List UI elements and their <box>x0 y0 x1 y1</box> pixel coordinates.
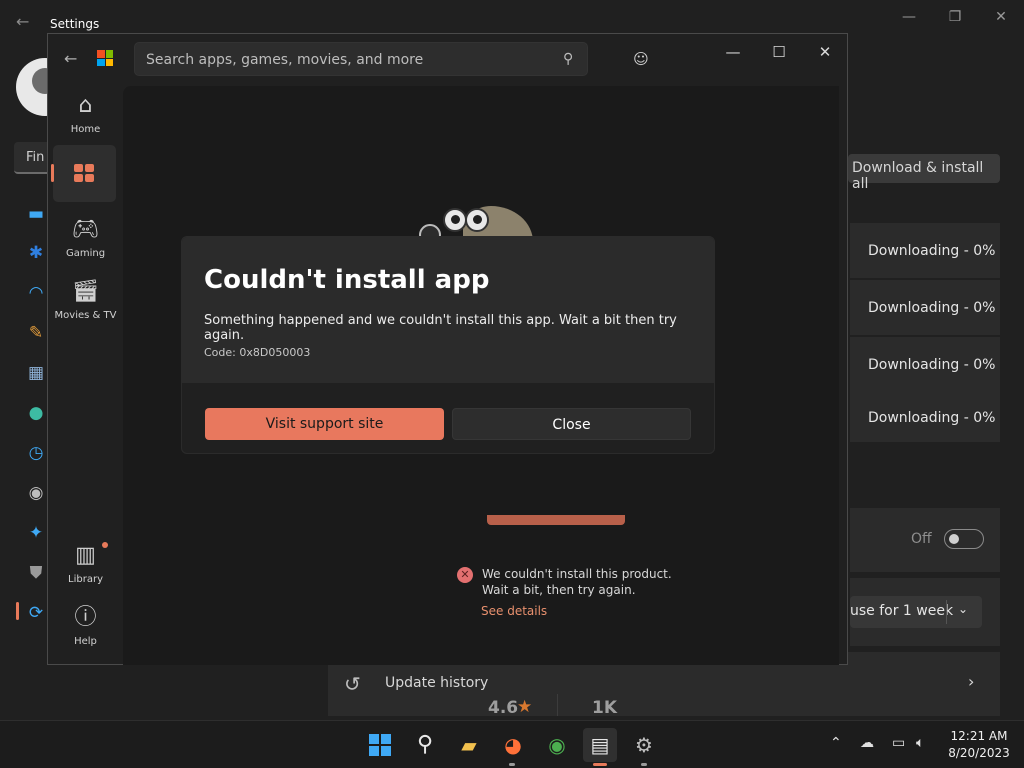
search-input[interactable]: Search apps, games, movies, and more <box>146 52 423 68</box>
nav-help-label: Help <box>74 636 97 647</box>
chrome-icon[interactable]: ◉ <box>540 728 574 762</box>
dialog-title: Couldn't install app <box>204 265 490 295</box>
error-message-line1: We couldn't install this product. <box>482 567 672 581</box>
toggle-state-label: Off <box>911 531 932 547</box>
clapperboard-icon: 🎬︎ <box>71 279 100 304</box>
visit-support-site-button[interactable]: Visit support site <box>205 408 444 440</box>
library-icon: ▥ <box>75 543 96 568</box>
error-code: Code: 0x8D050003 <box>204 346 311 359</box>
running-indicator <box>509 763 515 766</box>
see-details-link[interactable]: See details <box>481 604 547 618</box>
bluetooth-icon[interactable]: ✱ <box>25 242 47 264</box>
close-button[interactable]: Close <box>452 408 691 440</box>
nav-gaming-label: Gaming <box>65 248 106 259</box>
chevron-right-icon: › <box>968 672 975 691</box>
clock-date: 8/20/2023 <box>948 746 1010 760</box>
close-icon[interactable]: ✕ <box>802 41 848 63</box>
maximize-icon[interactable]: ❐ <box>932 6 978 28</box>
close-icon[interactable]: ✕ <box>978 6 1024 28</box>
network-icon[interactable]: ▭ <box>892 735 905 751</box>
nav-library-label: Library <box>68 574 103 585</box>
pause-updates-label: use for 1 week <box>850 603 954 619</box>
error-icon: ✕ <box>457 567 473 583</box>
rating-count: 1K <box>592 698 618 718</box>
nav-help[interactable]: ⓘ Help <box>48 604 123 647</box>
notification-dot <box>102 542 108 548</box>
latest-updates-row: Off <box>850 508 1000 572</box>
nav-library[interactable]: ▥ Library <box>48 542 123 585</box>
dialog-message: Something happened and we couldn't insta… <box>204 313 677 343</box>
selected-indicator <box>16 602 19 620</box>
chevron-up-icon[interactable]: ⌃ <box>830 735 842 751</box>
download-status-row: Downloading - 0% <box>850 391 1000 442</box>
minimize-icon[interactable]: — <box>710 41 756 63</box>
download-status-row: Downloading - 0% <box>850 337 1000 392</box>
download-install-all-button[interactable]: Download & install all <box>848 154 1000 192</box>
search-box[interactable]: Search apps, games, movies, and more ⚲ <box>134 42 588 76</box>
personalization-icon[interactable]: ✎ <box>25 322 47 344</box>
nav-gaming[interactable]: 🎮︎ Gaming <box>48 216 123 259</box>
download-status-row: Downloading - 0% <box>850 223 1000 278</box>
active-indicator <box>593 763 607 766</box>
chevron-down-icon[interactable]: ⌄ <box>958 602 968 616</box>
taskbar: ⚲ ▰ ◕ ◉ ▤ ⚙ ⌃ ☁ ▭ 🔈︎ 12:21 AM 8/20/2023 <box>0 720 1024 768</box>
back-arrow-icon[interactable]: ← <box>16 12 29 31</box>
store-taskbar-icon[interactable]: ▤ <box>583 728 617 762</box>
download-status-row: Downloading - 0% <box>850 280 1000 335</box>
nav-home[interactable]: ⌂ Home <box>48 92 123 135</box>
pause-updates-row: use for 1 week ⌄ <box>850 578 1000 646</box>
clock-time: 12:21 AM <box>950 729 1008 743</box>
apps-icon <box>74 164 94 182</box>
accessibility-icon[interactable]: ✦ <box>25 522 47 544</box>
account-icon[interactable]: ☺ <box>630 48 652 70</box>
onedrive-icon[interactable]: ☁ <box>860 735 874 751</box>
network-icon[interactable]: ◠ <box>25 282 47 304</box>
error-dialog: Couldn't install app Something happened … <box>181 236 715 454</box>
divider <box>557 694 558 716</box>
search-icon[interactable]: ⚲ <box>408 728 442 762</box>
firefox-icon[interactable]: ◕ <box>496 728 530 762</box>
updates-toggle[interactable] <box>944 529 984 549</box>
time-language-icon[interactable]: ◷ <box>25 442 47 464</box>
star-icon: ★ <box>517 697 533 717</box>
gamepad-icon: 🎮︎ <box>71 217 100 242</box>
back-arrow-icon[interactable]: ← <box>64 49 77 68</box>
home-icon: ⌂ <box>78 93 93 118</box>
nav-home-label: Home <box>70 124 101 135</box>
store-logo-icon <box>97 50 113 66</box>
windows-update-icon[interactable]: ⟳ <box>25 602 47 624</box>
privacy-shield-icon[interactable]: ⛊ <box>25 562 47 584</box>
error-message-line2: Wait a bit, then try again. <box>482 583 636 597</box>
nav-movies-label: Movies & TV <box>54 310 117 321</box>
settings-gear-icon[interactable]: ⚙ <box>627 728 661 762</box>
system-icon[interactable]: ▬ <box>25 203 47 225</box>
gaming-icon[interactable]: ◉ <box>25 482 47 504</box>
nav-movies[interactable]: 🎬︎ Movies & TV <box>48 278 123 321</box>
apps-icon[interactable]: ▦ <box>25 362 47 384</box>
help-icon: ⓘ <box>74 605 97 630</box>
clock[interactable]: 12:21 AM 8/20/2023 <box>942 728 1016 762</box>
running-indicator <box>641 763 647 766</box>
start-icon[interactable] <box>369 734 391 756</box>
pause-updates-dropdown[interactable]: use for 1 week ⌄ <box>850 596 982 628</box>
update-history-label: Update history <box>385 675 489 691</box>
accounts-icon[interactable]: ● <box>25 402 47 424</box>
file-explorer-icon[interactable]: ▰ <box>452 728 486 762</box>
history-icon: ↺ <box>344 672 361 696</box>
maximize-icon[interactable]: ☐ <box>756 41 802 63</box>
rating-value: 4.6 <box>488 698 519 718</box>
volume-icon[interactable]: 🔈︎ <box>916 735 924 751</box>
settings-title: Settings <box>50 17 100 31</box>
divider <box>946 600 947 624</box>
search-icon[interactable]: ⚲ <box>563 51 573 67</box>
dialog-body: Couldn't install app Something happened … <box>182 237 714 383</box>
install-button[interactable] <box>487 515 625 525</box>
minimize-icon[interactable]: — <box>886 6 932 28</box>
